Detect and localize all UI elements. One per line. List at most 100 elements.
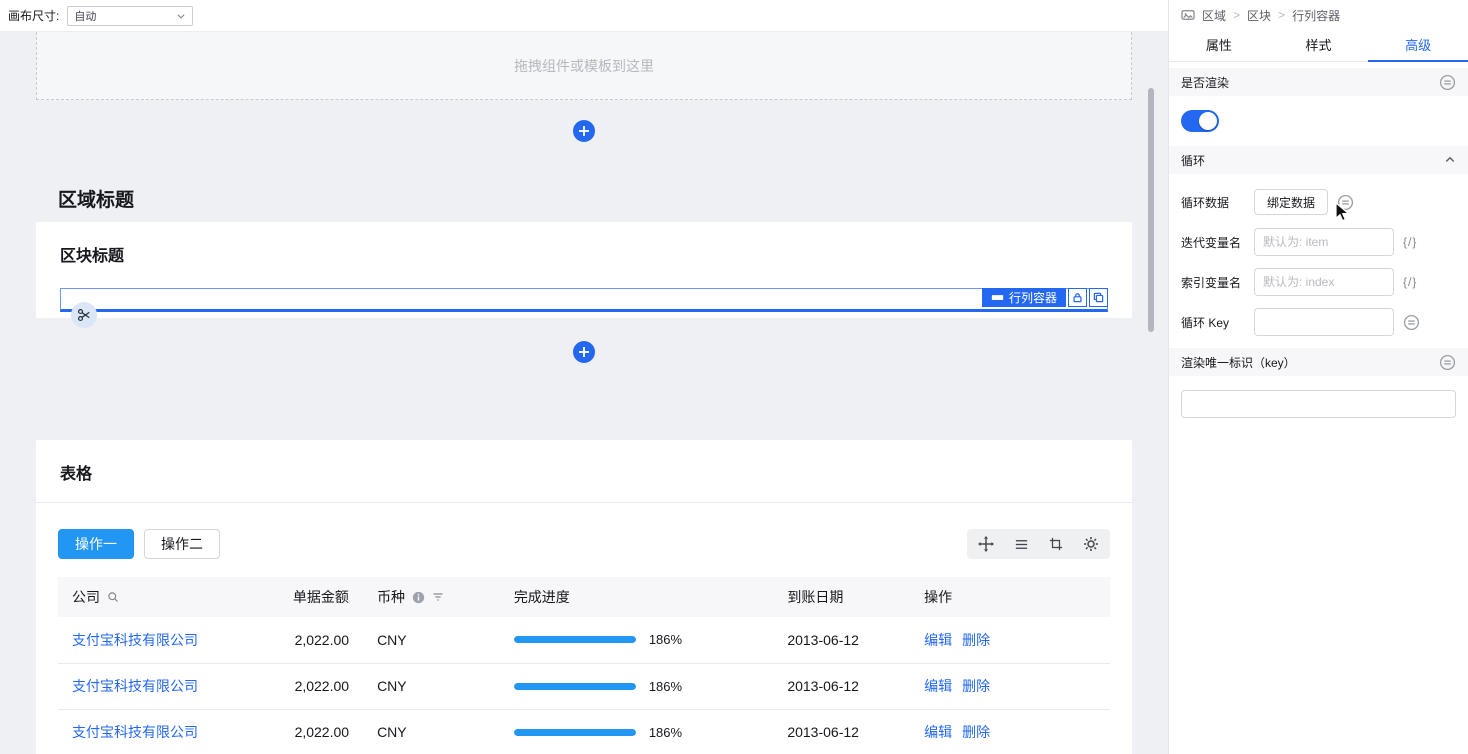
action-two-button[interactable]: 操作二 <box>144 529 220 559</box>
render-section-title: 是否渲染 <box>1181 74 1229 91</box>
drag-sort-button[interactable] <box>977 535 995 553</box>
table-card[interactable]: 表格 操作一 操作二 <box>36 440 1132 754</box>
panel-tabs: 属性 样式 高级 <box>1169 30 1468 62</box>
loop-data-field: 循环数据 绑定数据 <box>1181 188 1456 216</box>
delete-link[interactable]: 删除 <box>962 632 990 648</box>
amount-cell: 2,022.00 <box>279 663 363 709</box>
breadcrumb-area[interactable]: 区域 <box>1202 7 1226 24</box>
index-name-input[interactable] <box>1254 268 1394 296</box>
table-title: 表格 <box>36 440 1132 503</box>
action-one-button[interactable]: 操作一 <box>58 529 134 559</box>
tab-style[interactable]: 样式 <box>1269 30 1369 61</box>
iterator-name-input[interactable] <box>1254 228 1394 256</box>
col-progress: 完成进度 <box>500 577 774 617</box>
company-link[interactable]: 支付宝科技有限公司 <box>72 678 198 694</box>
canvas-size-select[interactable]: 自动 <box>67 6 193 26</box>
company-link[interactable]: 支付宝科技有限公司 <box>72 724 198 740</box>
edit-link[interactable]: 编辑 <box>924 724 952 740</box>
currency-cell: CNY <box>363 709 500 754</box>
add-component-button-2[interactable] <box>573 341 595 363</box>
add-component-button[interactable] <box>573 120 595 142</box>
company-link[interactable]: 支付宝科技有限公司 <box>72 632 198 648</box>
bind-icon <box>1403 314 1420 331</box>
plus-icon <box>578 346 590 358</box>
bind-icon <box>1439 354 1456 371</box>
lock-button[interactable] <box>1068 288 1087 307</box>
list-icon <box>1014 537 1029 552</box>
table-tools <box>967 529 1110 559</box>
fullscreen-button[interactable] <box>1047 535 1065 553</box>
density-button[interactable] <box>1012 535 1030 553</box>
filter-icon[interactable] <box>432 591 444 603</box>
breadcrumb: 区域 > 区块 > 行列容器 <box>1169 0 1468 30</box>
copy-button[interactable] <box>1089 288 1108 307</box>
render-key-title: 渲染唯一标识（key） <box>1181 354 1296 371</box>
gear-icon <box>1083 536 1099 552</box>
breadcrumb-container[interactable]: 行列容器 <box>1292 7 1340 24</box>
container-tag-label: 行列容器 <box>1009 289 1057 306</box>
bind-icon <box>1337 194 1354 211</box>
progress-label: 186% <box>649 725 682 740</box>
col-company: 公司 <box>72 587 100 607</box>
formula-toggle[interactable]: {/} <box>1403 275 1417 289</box>
loop-key-label: 循环 Key <box>1181 314 1254 331</box>
iterator-field: 迭代变量名 {/} <box>1181 228 1456 256</box>
progress: 186% <box>514 679 760 694</box>
canvas-pane: 画布尺寸: 自动 拖拽组件或模板到这里 区域标题 区块标题 <box>0 0 1168 754</box>
loop-data-bind-button[interactable] <box>1337 194 1354 211</box>
row-icon <box>991 292 1004 303</box>
progress: 186% <box>514 725 760 740</box>
index-label: 索引变量名 <box>1181 274 1254 291</box>
currency-cell: CNY <box>363 663 500 709</box>
render-key-bind-button[interactable] <box>1439 354 1456 371</box>
breadcrumb-block[interactable]: 区块 <box>1247 7 1271 24</box>
render-section-header: 是否渲染 <box>1169 68 1468 96</box>
selected-row-container[interactable]: 行列容器 <box>60 288 1108 312</box>
column-settings-button[interactable] <box>1082 535 1100 553</box>
scissors-icon <box>77 308 91 322</box>
dropzone[interactable]: 拖拽组件或模板到这里 <box>36 32 1132 100</box>
date-cell: 2013-06-12 <box>773 617 910 663</box>
iterator-label: 迭代变量名 <box>1181 234 1254 251</box>
edit-link[interactable]: 编辑 <box>924 632 952 648</box>
render-bind-button[interactable] <box>1439 74 1456 91</box>
breadcrumb-separator: > <box>1278 8 1285 22</box>
render-key-section-header: 渲染唯一标识（key） <box>1169 348 1468 376</box>
loop-key-bind-button[interactable] <box>1403 314 1420 331</box>
amount-cell: 2,022.00 <box>279 617 363 663</box>
loop-data-label: 循环数据 <box>1181 194 1254 211</box>
loop-section-header[interactable]: 循环 <box>1169 146 1468 174</box>
progress-label: 186% <box>649 632 682 647</box>
tab-advanced[interactable]: 高级 <box>1368 30 1468 61</box>
canvas: 拖拽组件或模板到这里 区域标题 区块标题 行列容器 <box>0 32 1168 754</box>
delete-link[interactable]: 删除 <box>962 724 990 740</box>
selection-toolbar: 行列容器 <box>982 288 1108 307</box>
info-icon <box>412 591 425 604</box>
col-date: 到账日期 <box>773 577 910 617</box>
canvas-scrollbar[interactable] <box>1148 88 1154 332</box>
block-title: 区块标题 <box>60 242 1108 266</box>
index-field: 索引变量名 {/} <box>1181 268 1456 296</box>
edit-link[interactable]: 编辑 <box>924 678 952 694</box>
data-table: 公司 单据金额 币种 完成进度 到账日期 操作 支付宝科技有限公司 2,022.… <box>58 577 1110 754</box>
cut-button[interactable] <box>71 302 97 328</box>
render-toggle[interactable] <box>1181 110 1219 132</box>
formula-toggle[interactable]: {/} <box>1403 235 1417 249</box>
table-toolbar: 操作一 操作二 <box>36 503 1132 559</box>
tab-properties[interactable]: 属性 <box>1169 30 1269 61</box>
loop-key-input[interactable] <box>1254 308 1394 336</box>
container-tag[interactable]: 行列容器 <box>982 288 1066 307</box>
bind-data-button[interactable]: 绑定数据 <box>1254 189 1328 215</box>
canvas-topbar: 画布尺寸: 自动 <box>0 0 1168 32</box>
canvas-size-value: 自动 <box>74 8 96 24</box>
move-icon <box>978 536 994 552</box>
render-key-input[interactable] <box>1181 390 1456 418</box>
progress-bar <box>514 683 636 690</box>
amount-cell: 2,022.00 <box>279 709 363 754</box>
delete-link[interactable]: 删除 <box>962 678 990 694</box>
search-icon[interactable] <box>107 591 119 603</box>
table-row: 支付宝科技有限公司 2,022.00 CNY 186% 2013-06-12 编… <box>58 617 1110 663</box>
area-title[interactable]: 区域标题 <box>58 185 1132 212</box>
col-currency: 币种 <box>377 587 405 607</box>
block-card[interactable]: 区块标题 行列容器 <box>36 222 1132 318</box>
